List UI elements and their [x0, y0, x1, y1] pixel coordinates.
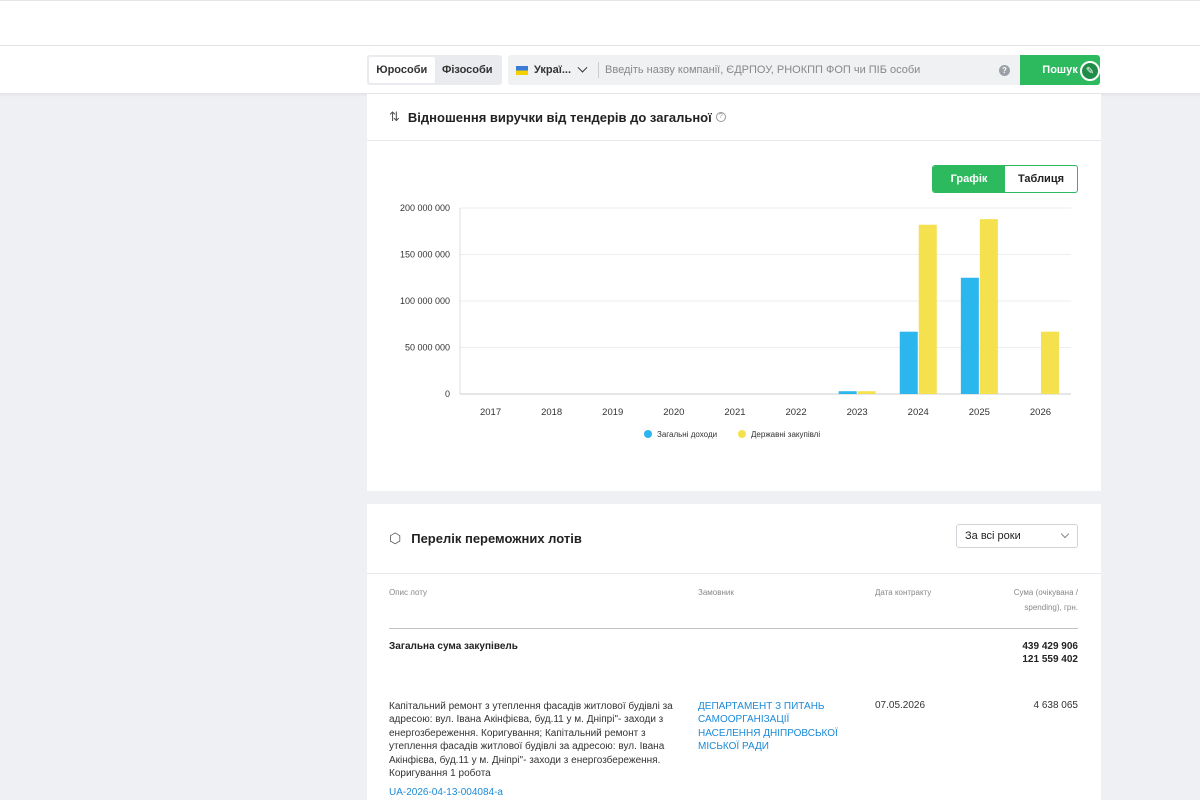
- revenue-ratio-card: ⇅ Відношення виручки від тендерів до заг…: [367, 94, 1101, 491]
- total-spending: 121 559 402: [1022, 654, 1078, 665]
- card-header: ⇅ Відношення виручки від тендерів до заг…: [367, 94, 1101, 141]
- bar-total-income: [960, 277, 979, 394]
- year-filter-value: За всі роки: [965, 530, 1021, 542]
- y-tick-label: 200 000 000: [400, 203, 450, 213]
- card-title: Перелік переможних лотів: [411, 531, 582, 546]
- table-header-divider: [389, 628, 1078, 629]
- lot-id-link[interactable]: UA-2026-04-13-004084-a: [389, 787, 503, 798]
- tab-legal-entities[interactable]: Юрособи: [369, 57, 435, 83]
- col-header-sum: Сума (очікувана / spending), грн.: [1014, 585, 1078, 615]
- top-header: [0, 0, 1200, 46]
- x-tick-label: 2020: [663, 407, 684, 418]
- tab-individuals[interactable]: Фізособи: [435, 57, 501, 83]
- x-tick-label: 2017: [480, 407, 501, 418]
- legend-label: Державні закупівлі: [751, 430, 820, 439]
- lot-amount: 4 638 065: [1033, 700, 1079, 711]
- sort-arrows-icon: ⇅: [389, 109, 400, 124]
- bar-public-procurement: [918, 224, 937, 394]
- search-box: Украї... ?: [508, 55, 1020, 85]
- col-header-sum-line2: spending), грн.: [1024, 603, 1078, 612]
- package-icon: ⬡: [389, 530, 402, 546]
- x-tick-label: 2019: [602, 407, 623, 418]
- bar-public-procurement: [857, 391, 876, 394]
- col-header-date: Дата контракту: [875, 588, 932, 597]
- country-select[interactable]: Украї...: [508, 55, 594, 85]
- y-tick-label: 100 000 000: [400, 296, 450, 306]
- lot-contract-date: 07.05.2026: [875, 700, 926, 711]
- winning-lots-card: ⬡ Перелік переможних лотів За всі роки О…: [367, 504, 1101, 800]
- x-tick-label: 2023: [847, 407, 868, 418]
- y-tick-label: 50 000 000: [405, 343, 450, 353]
- y-tick-label: 150 000 000: [400, 250, 450, 260]
- total-label: Загальна сума закупівель: [389, 641, 518, 652]
- lot-description: Капітальний ремонт з утеплення фасадів ж…: [389, 701, 673, 780]
- bar-total-income: [899, 331, 918, 394]
- entity-type-switch: Юрособи Фізособи: [367, 55, 502, 85]
- chevron-down-icon: [1060, 529, 1070, 539]
- wrench-icon[interactable]: ✎: [1080, 61, 1100, 81]
- bar-public-procurement: [979, 219, 998, 394]
- x-tick-label: 2026: [1030, 407, 1051, 418]
- legend-label: Загальні доходи: [657, 430, 717, 439]
- total-expected: 439 429 906: [1022, 641, 1078, 652]
- bar-total-income: [838, 391, 857, 394]
- x-tick-label: 2021: [724, 407, 745, 418]
- x-tick-label: 2024: [908, 407, 929, 418]
- card-header: ⬡ Перелік переможних лотів За всі роки: [367, 504, 1101, 574]
- col-header-description: Опис лоту: [389, 588, 428, 597]
- revenue-bar-chart: 200 000 000 150 000 000 100 000 000 50 000 …: [400, 203, 1071, 439]
- lot-customer-link[interactable]: ДЕПАРТАМЕНТ З ПИТАНЬ САМООРГАНІЗАЦІЇ НАС…: [698, 700, 848, 754]
- x-tick-label: 2018: [541, 407, 562, 418]
- search-input[interactable]: [605, 55, 999, 85]
- x-tick-label: 2025: [969, 407, 990, 418]
- col-header-sum-line1: Сума (очікувана /: [1013, 588, 1078, 597]
- legend-marker: [644, 430, 652, 438]
- toggle-chart[interactable]: Графік: [933, 166, 1005, 192]
- col-header-customer: Замовник: [698, 588, 734, 597]
- divider: [598, 62, 600, 78]
- bar-public-procurement: [1040, 331, 1059, 394]
- toggle-table[interactable]: Таблиця: [1005, 166, 1077, 192]
- card-title: Відношення виручки від тендерів до загал…: [407, 109, 712, 125]
- y-tick-label: 0: [445, 389, 450, 399]
- country-label: Украї...: [534, 64, 572, 76]
- help-icon[interactable]: ?: [999, 64, 1010, 76]
- x-tick-label: 2022: [785, 407, 806, 418]
- chevron-down-icon: [577, 62, 588, 73]
- year-filter-select[interactable]: За всі роки: [956, 524, 1078, 548]
- view-toggle: Графік Таблиця: [932, 165, 1078, 193]
- help-circle-icon[interactable]: ?: [715, 112, 726, 122]
- ukraine-flag-icon: [516, 65, 528, 75]
- legend-marker: [738, 430, 746, 438]
